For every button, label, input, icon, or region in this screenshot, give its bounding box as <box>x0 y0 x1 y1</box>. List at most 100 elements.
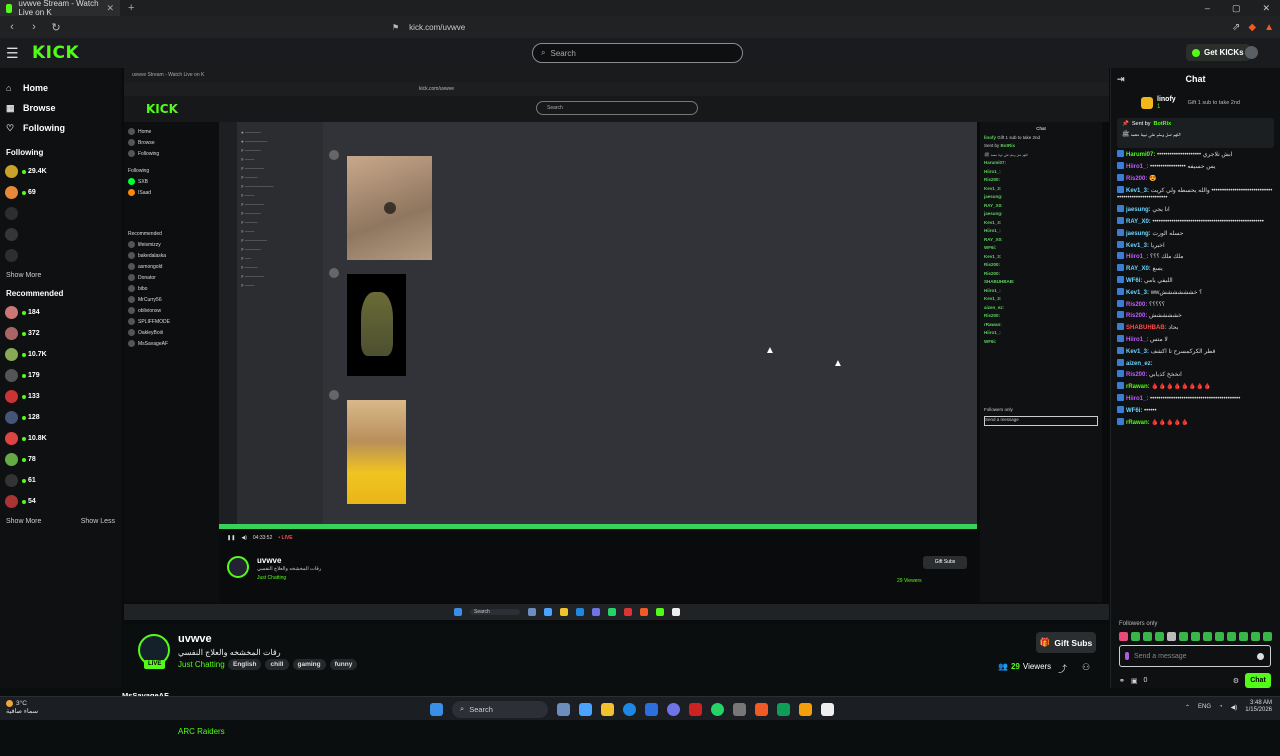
sidebar-channel[interactable]: MrCurry56ARC Raiders128 <box>4 407 1110 756</box>
emote-icon[interactable] <box>1167 632 1176 641</box>
app-icon[interactable] <box>689 702 702 716</box>
app-icon[interactable] <box>777 702 790 716</box>
chat-username[interactable]: aizen_ez: <box>1126 361 1153 367</box>
stream-category[interactable]: Just Chatting <box>178 660 225 669</box>
video-progress-bar[interactable] <box>219 524 977 529</box>
chat-username[interactable]: Hiiro1_: <box>1126 337 1148 343</box>
emote-icon[interactable] <box>1191 632 1200 641</box>
sidebar-channel[interactable]: ISaad Just Chatting 69 <box>4 182 1110 756</box>
reload-icon[interactable]: ↻ <box>50 21 62 34</box>
taskbar-search[interactable]: ⌕ Search <box>452 700 548 718</box>
brave-shield-icon[interactable]: ◆ <box>1248 22 1256 33</box>
url-text[interactable]: kick.com/uvwve <box>409 23 465 32</box>
show-more-link[interactable]: Show More <box>6 518 41 525</box>
gift-leaderboard[interactable]: linofy 1 Gift 1 sub to take 2nd <box>1141 96 1270 110</box>
weather-widget[interactable]: 3°C سماء صافية <box>6 700 38 716</box>
sidebar-item-home[interactable]: ⌂ Home <box>4 78 117 98</box>
sidebar-channel[interactable]: asmongoldJust Chatting10.7K <box>4 344 1110 756</box>
emoji-picker-icon[interactable] <box>1257 652 1264 660</box>
sidebar-channel[interactable]: AbuSwe7l <box>4 245 1110 756</box>
show-more-link[interactable]: Show More <box>6 272 41 279</box>
emote-icon[interactable] <box>1215 632 1224 641</box>
back-icon[interactable]: ‹ <box>6 21 18 33</box>
pause-icon[interactable]: ❚❚ <box>227 535 235 541</box>
edge-icon[interactable] <box>623 702 636 716</box>
chat-username[interactable]: SHABUHBAB: <box>1126 325 1167 331</box>
search-input[interactable]: ⌕ Search <box>532 43 743 63</box>
steam-icon[interactable] <box>733 702 746 716</box>
emote-icon[interactable] <box>1227 632 1236 641</box>
chat-username[interactable]: Ris200: <box>1126 176 1147 182</box>
bookmark-icon[interactable]: ⚑ <box>392 23 399 32</box>
tag-chip[interactable]: gaming <box>292 659 326 670</box>
minimize-button[interactable]: – <box>1205 3 1210 14</box>
tag-chip[interactable]: chill <box>265 659 289 670</box>
chat-username[interactable]: jaesung: <box>1126 231 1151 237</box>
tag-chip[interactable]: funny <box>329 659 358 670</box>
chat-username[interactable]: Hiiro1_: <box>1126 254 1148 260</box>
emote-icon[interactable] <box>1131 632 1140 641</box>
volume-icon[interactable]: ◀) <box>1231 704 1238 711</box>
sidebar-channel[interactable]: oblivionswIRL10.8K <box>4 428 1110 756</box>
show-less-link[interactable]: Show Less <box>81 518 115 525</box>
chat-username[interactable]: Kev1_3: <box>1126 349 1149 355</box>
gift-subs-button[interactable]: 🎁 Gift Subs <box>1036 632 1096 653</box>
emote-icon[interactable] <box>1179 632 1188 641</box>
clock[interactable]: 3:48 AM 1/15/2026 <box>1245 700 1272 714</box>
chat-username[interactable]: Kev1_3: <box>1126 290 1149 296</box>
tab-close-icon[interactable]: ✕ <box>106 3 114 14</box>
file-explorer-icon[interactable] <box>601 702 614 716</box>
mic-icon[interactable] <box>1125 652 1129 660</box>
sidebar-channel[interactable]: DonatorOld School RuneScape179 <box>4 365 1110 756</box>
sidebar-channel[interactable]: lifeismizzyIRL184 <box>4 302 1110 756</box>
collapse-chat-icon[interactable]: ⇥ <box>1117 74 1125 85</box>
app-icon[interactable] <box>799 702 812 716</box>
new-tab-icon[interactable]: + <box>128 2 134 14</box>
close-window-button[interactable]: ✕ <box>1262 3 1270 14</box>
chat-username[interactable]: WF6i: <box>1126 278 1142 284</box>
emote-icon[interactable] <box>1263 632 1272 641</box>
task-view-icon[interactable] <box>579 702 592 716</box>
forward-icon[interactable]: › <box>28 21 40 33</box>
sidebar-channel[interactable]: OakleyBoiiiCall of Duty: Warzone61 <box>4 470 1110 756</box>
user-avatar[interactable] <box>1245 46 1258 59</box>
chat-username[interactable]: rRawan: <box>1126 384 1150 390</box>
chat-username[interactable]: Ris200: <box>1126 302 1147 308</box>
emote-icon[interactable] <box>1143 632 1152 641</box>
chat-username[interactable]: rRawan: <box>1126 420 1150 426</box>
chat-users-icon[interactable]: ⚭ <box>1119 677 1125 685</box>
brave-icon[interactable] <box>755 702 768 716</box>
chat-username[interactable]: WF6i: <box>1126 408 1142 414</box>
tray-overflow-icon[interactable]: ⌃ <box>1185 704 1190 711</box>
send-chat-button[interactable]: Chat <box>1245 673 1271 688</box>
chat-username[interactable]: jaesung: <box>1126 207 1151 213</box>
share-icon[interactable]: ⤴ <box>1058 662 1067 675</box>
emote-icon[interactable] <box>1251 632 1260 641</box>
chat-username[interactable]: Hiiro1_: <box>1126 164 1148 170</box>
chat-settings-icon[interactable]: ⚙ <box>1233 677 1239 685</box>
sidebar-channel[interactable]: Enzo_Alder <box>4 224 1110 756</box>
notepad-icon[interactable] <box>821 702 834 716</box>
chat-username[interactable]: Kev1_3: <box>1126 243 1149 249</box>
sidebar-channel[interactable]: SXB ARC Raiders 29.4K <box>4 161 1110 756</box>
browser-tab[interactable]: uvwve Stream - Watch Live on K ✕ <box>0 0 120 17</box>
chat-username[interactable]: RAY_X0: <box>1126 266 1151 272</box>
whatsapp-icon[interactable] <box>711 702 724 716</box>
emote-icon[interactable] <box>1239 632 1248 641</box>
emote-icon[interactable] <box>1203 632 1212 641</box>
chat-username[interactable]: Ris200: <box>1126 372 1147 378</box>
sidebar-item-browse[interactable]: ▦ Browse <box>4 98 117 118</box>
streamer-name[interactable]: uvwve <box>178 633 212 645</box>
lang-indicator[interactable]: ENG <box>1198 704 1211 710</box>
maximize-button[interactable]: ▢ <box>1232 3 1241 14</box>
discord-icon[interactable] <box>667 702 680 716</box>
chat-username[interactable]: Harumi07: <box>1126 152 1155 158</box>
emote-icon[interactable] <box>1119 632 1128 641</box>
chat-username[interactable]: Hiiro1_: <box>1126 396 1148 402</box>
sidebar-channel[interactable]: biboNo Pixel RP (GTA)133 <box>4 386 1110 756</box>
sidebar-channel[interactable]: SPLIFFMODEGrand Theft Auto V (GTA)78 <box>4 449 1110 756</box>
chat-username[interactable]: Ris200: <box>1126 313 1147 319</box>
sidebar-channel[interactable]: MsSavageAFARC Raiders54 <box>4 491 1110 756</box>
sidebar-channel[interactable]: bakedalaskaJust Chatting372 <box>4 323 1110 756</box>
url-field[interactable]: ⚑ kick.com/uvwve <box>392 23 952 32</box>
